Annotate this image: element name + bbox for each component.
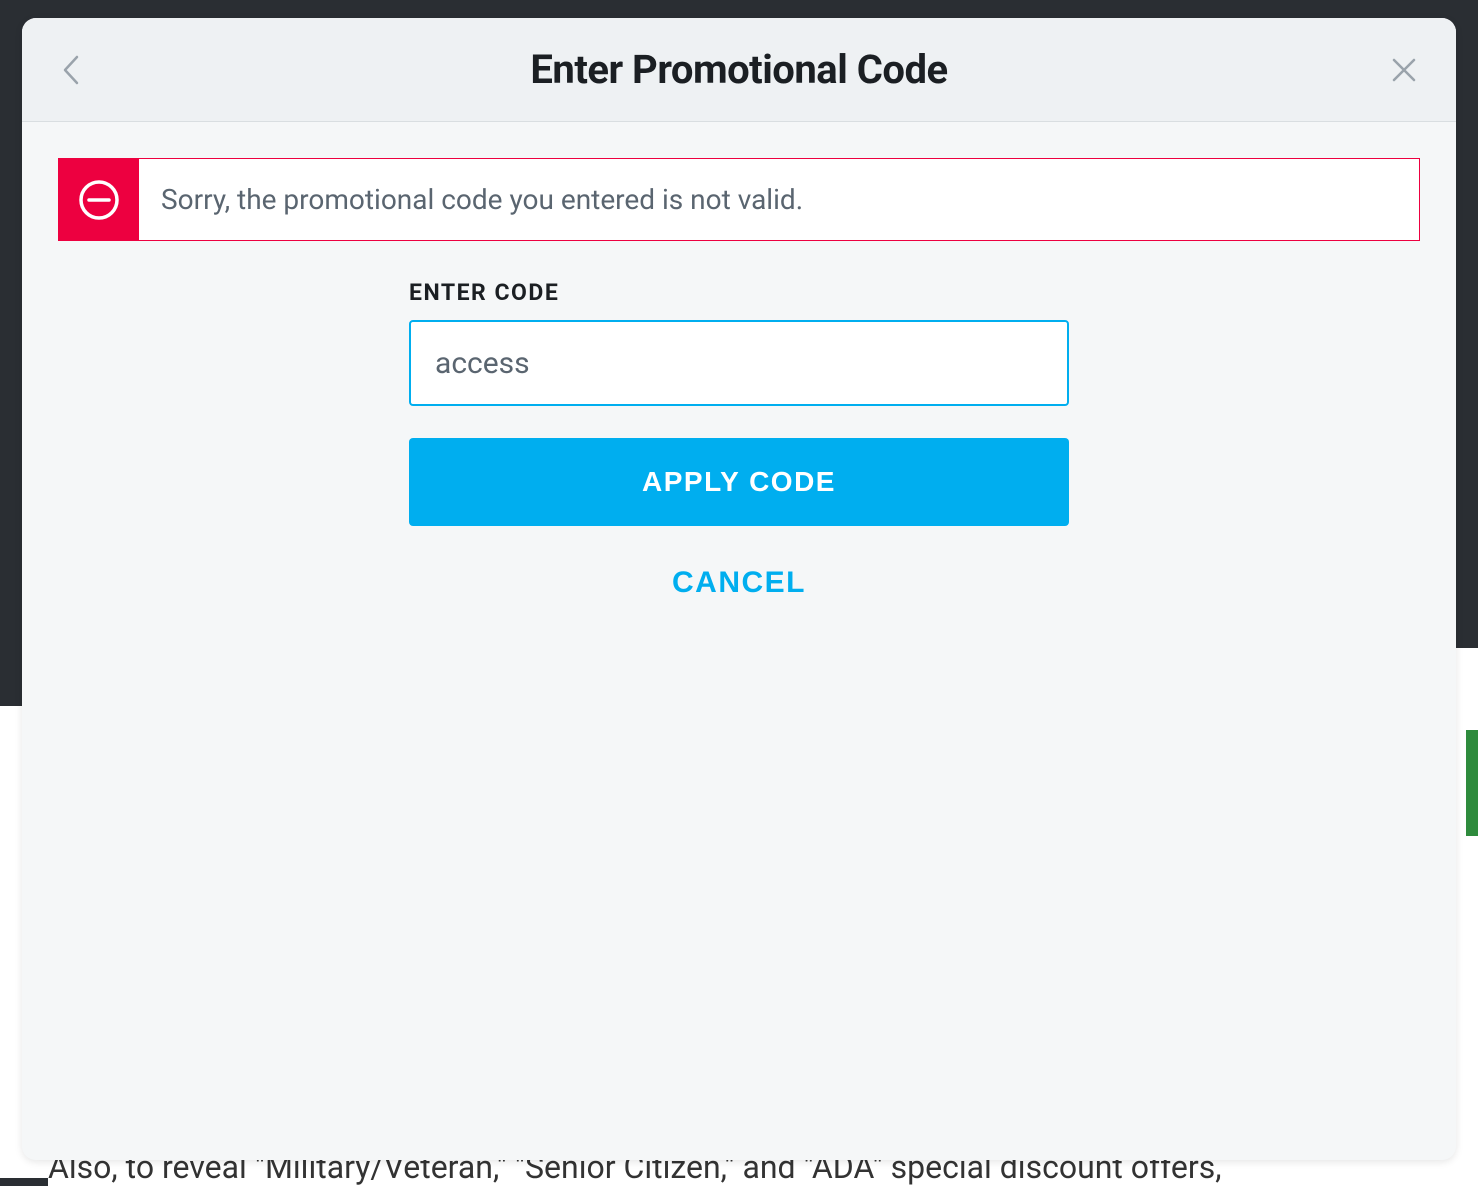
code-input[interactable] [409, 320, 1069, 406]
error-banner: Sorry, the promotional code you entered … [58, 158, 1420, 241]
error-icon [59, 159, 139, 240]
modal-body: Sorry, the promotional code you entered … [22, 122, 1456, 1160]
apply-code-button[interactable]: APPLY CODE [409, 438, 1069, 526]
close-icon[interactable] [1390, 56, 1418, 84]
code-input-label: ENTER CODE [409, 279, 1069, 306]
error-message: Sorry, the promotional code you entered … [139, 159, 1419, 240]
form-section: ENTER CODE APPLY CODE CANCEL [409, 279, 1069, 600]
modal-title: Enter Promotional Code [530, 46, 947, 93]
promo-code-modal: Enter Promotional Code Sorry, the promot… [22, 18, 1456, 1160]
modal-header: Enter Promotional Code [22, 18, 1456, 122]
background-green-strip [1466, 730, 1478, 836]
cancel-button[interactable]: CANCEL [672, 566, 806, 600]
back-icon[interactable] [60, 53, 82, 87]
